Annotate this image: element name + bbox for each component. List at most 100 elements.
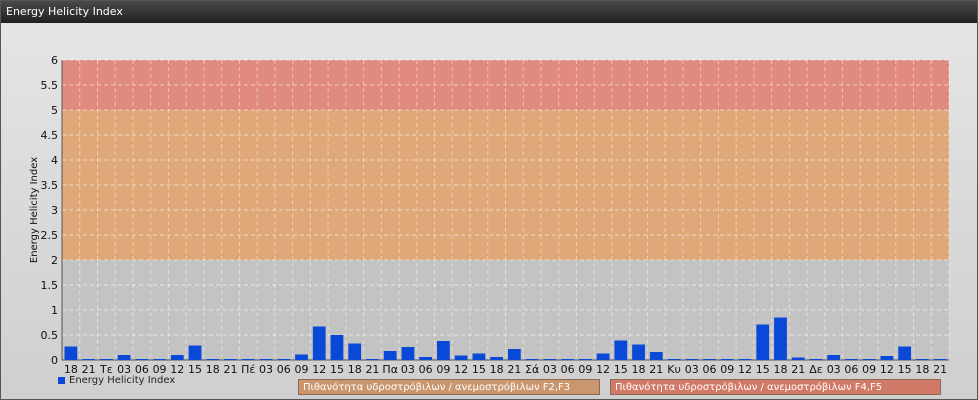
legend-swatch — [58, 377, 65, 384]
bar — [454, 355, 468, 360]
x-tick-label: 12 — [738, 363, 752, 376]
bar — [862, 359, 876, 360]
bar — [561, 359, 574, 360]
bar — [596, 353, 610, 360]
bar — [135, 359, 149, 360]
x-tick-label: 06 — [561, 363, 575, 376]
x-tick-label: 21 — [791, 363, 805, 376]
y-tick-label: 5.5 — [41, 79, 59, 92]
x-tick-label: 09 — [578, 363, 592, 376]
x-tick-label: 03 — [259, 363, 273, 376]
zone-f2f3-button[interactable]: Πιθανότητα υδροστρόβιλων / ανεμοστρόβιλω… — [298, 379, 600, 395]
bar — [259, 359, 273, 360]
bar — [898, 346, 912, 360]
x-tick-label: Δε — [809, 363, 823, 376]
x-tick-label: Κυ — [667, 363, 681, 376]
x-tick-label: 09 — [436, 363, 450, 376]
x-tick-label: 21 — [933, 363, 947, 376]
bar — [667, 359, 681, 360]
bar — [295, 354, 308, 360]
bar — [703, 359, 716, 360]
x-tick-label: 21 — [649, 363, 663, 376]
y-tick-label: 2.5 — [41, 229, 59, 242]
x-tick-label: Πα — [382, 363, 398, 376]
legend[interactable]: Energy Helicity Index — [58, 375, 175, 386]
bar — [525, 359, 539, 360]
x-tick-label: 12 — [312, 363, 326, 376]
x-tick-label: 09 — [862, 363, 876, 376]
bar — [791, 357, 805, 360]
x-tick-label: 18 — [915, 363, 929, 376]
bar — [330, 335, 344, 360]
bar — [578, 359, 592, 360]
bar — [649, 352, 663, 360]
x-tick-label: 09 — [294, 363, 308, 376]
zone-f4f5-button[interactable]: Πιθανότητα υδροστρόβιλων / ανεμοστρόβιλω… — [610, 379, 941, 395]
bar — [401, 347, 415, 360]
x-tick-label: 15 — [898, 363, 912, 376]
y-axis-title: Energy Helicity Index — [29, 157, 40, 263]
bar — [933, 359, 947, 360]
bar — [206, 359, 220, 360]
bar — [117, 355, 131, 360]
bar — [419, 357, 433, 360]
x-tick-label: 12 — [880, 363, 894, 376]
bar — [224, 359, 237, 360]
bar — [99, 359, 113, 360]
bar — [809, 359, 823, 360]
x-tick-label: 03 — [685, 363, 699, 376]
bar — [437, 341, 450, 360]
x-tick-label: 15 — [614, 363, 628, 376]
bar — [756, 324, 770, 360]
x-tick-label: 18 — [773, 363, 787, 376]
bar — [845, 359, 858, 360]
y-tick-label: 0.5 — [41, 329, 59, 342]
y-tick-label: 2 — [51, 254, 58, 267]
x-tick-label: 06 — [844, 363, 858, 376]
bar — [507, 349, 521, 360]
y-tick-label: 0 — [51, 354, 58, 367]
bar — [82, 359, 95, 360]
y-tick-label: 4.5 — [41, 129, 59, 142]
bar — [632, 344, 645, 360]
y-tick-label: 6 — [51, 54, 58, 67]
x-tick-label: 15 — [756, 363, 770, 376]
x-tick-label: 15 — [472, 363, 486, 376]
x-tick-label: 21 — [224, 363, 238, 376]
x-tick-label: 12 — [454, 363, 468, 376]
y-tick-label: 4 — [51, 154, 58, 167]
bar — [366, 359, 379, 360]
x-tick-label: Πέ — [241, 363, 255, 376]
bar — [685, 359, 699, 360]
y-tick-label: 3 — [51, 204, 58, 217]
x-tick-label: Σά — [525, 363, 539, 376]
y-tick-label: 5 — [51, 104, 58, 117]
x-tick-label: 09 — [720, 363, 734, 376]
bar — [543, 359, 557, 360]
x-tick-label: 06 — [419, 363, 433, 376]
bar — [383, 351, 397, 360]
x-tick-label: 15 — [330, 363, 344, 376]
bar — [827, 355, 841, 360]
bar — [241, 359, 255, 360]
x-tick-label: 18 — [348, 363, 362, 376]
x-tick-label: 12 — [596, 363, 610, 376]
x-tick-label: 18 — [490, 363, 504, 376]
x-tick-label: 06 — [277, 363, 291, 376]
bar — [472, 353, 486, 360]
bar — [188, 345, 202, 360]
bar — [153, 359, 166, 360]
x-tick-label: 03 — [827, 363, 841, 376]
x-tick-label: 18 — [632, 363, 646, 376]
bar — [170, 355, 184, 360]
bar — [277, 359, 291, 360]
y-tick-label: 1 — [51, 304, 58, 317]
x-tick-label: 06 — [703, 363, 717, 376]
bar — [774, 317, 787, 360]
bar — [738, 359, 752, 360]
bar — [614, 340, 628, 360]
y-tick-label: 1.5 — [41, 279, 59, 292]
energy-helicity-chart: 0 0.5 1 1.5 2 2.5 3 3.5 4 4.5 5 5.5 6 Energy Helicity… — [29, 54, 950, 376]
bar — [348, 343, 362, 360]
bar — [64, 346, 78, 360]
